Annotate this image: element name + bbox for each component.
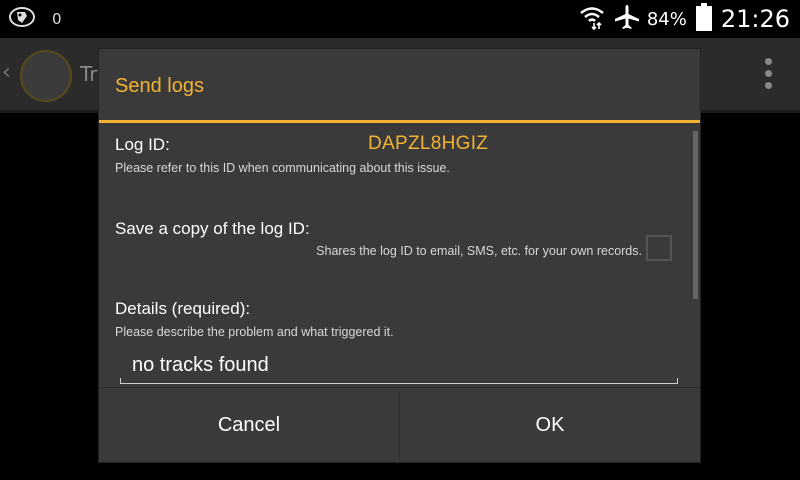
battery-percent: 84% [646,8,687,30]
back-chevron-icon: ‹ [2,60,11,85]
wifi-icon [579,4,605,34]
save-copy-hint: Shares the log ID to email, SMS, etc. fo… [316,244,642,258]
save-copy-checkbox[interactable] [646,235,672,261]
ok-button[interactable]: OK [400,388,700,463]
background-app-logo [20,50,72,102]
save-copy-label: Save a copy of the log ID: [115,219,310,238]
airplane-mode-icon [613,3,641,35]
details-hint: Please describe the problem and what tri… [115,325,394,339]
details-input[interactable] [120,348,678,384]
dialog-content[interactable]: Log ID: DAPZL8HGIZ Please refer to this … [99,123,700,387]
status-bar: 0 84% 21:26 [0,0,800,38]
log-id-value: DAPZL8HGIZ [368,133,489,154]
background-app-title: Tr [80,62,98,86]
dialog-scrollbar[interactable] [693,131,698,299]
send-logs-dialog: Send logs Log ID: DAPZL8HGIZ Please refe… [99,49,700,462]
app-logo-icon [8,6,36,32]
log-id-hint: Please refer to this ID when communicati… [115,161,450,175]
input-underline-tick-right [677,378,678,384]
battery-icon [695,3,713,35]
log-id-label: Log ID: [115,135,170,154]
input-underline-tick-left [120,378,121,384]
dialog-title: Send logs [115,75,204,97]
notification-count: 0 [52,10,62,28]
dialog-header: Send logs [99,49,700,123]
dialog-button-bar: Cancel OK [99,387,700,463]
details-label: Details (required): [115,299,251,318]
clock: 21:26 [720,5,790,33]
overflow-menu-icon [764,58,774,94]
cancel-button[interactable]: Cancel [99,388,399,463]
